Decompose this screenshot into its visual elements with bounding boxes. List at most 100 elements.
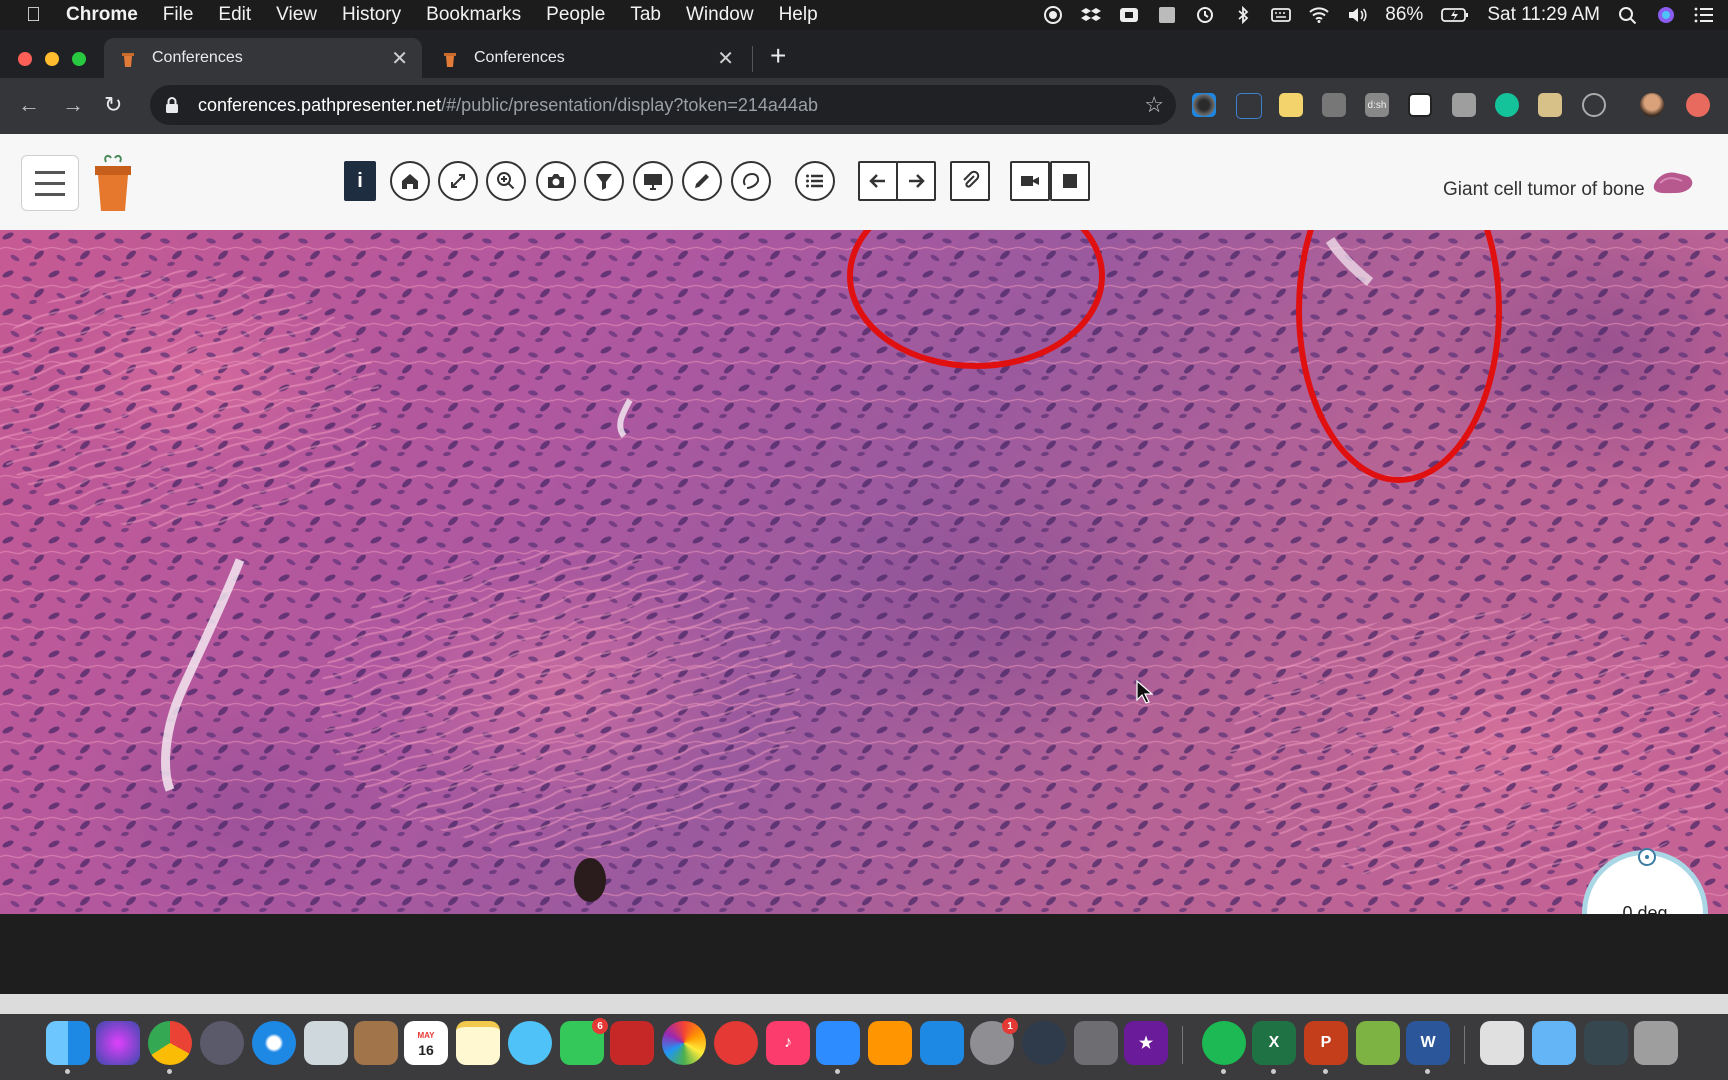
- photo-booth-icon[interactable]: [610, 1021, 654, 1065]
- annotation-ellipse[interactable]: [1296, 230, 1502, 483]
- menu-bookmarks[interactable]: Bookmarks: [426, 4, 521, 26]
- extension-badge-icon[interactable]: [1582, 93, 1606, 117]
- quicktime-icon[interactable]: [1022, 1021, 1066, 1065]
- excel-icon[interactable]: X: [1252, 1021, 1296, 1074]
- rotation-handle[interactable]: [1638, 848, 1656, 866]
- volume-icon[interactable]: [1347, 6, 1367, 24]
- chrome-icon[interactable]: [148, 1021, 192, 1074]
- hamburger-menu-button[interactable]: [21, 155, 79, 211]
- dropbox-icon[interactable]: [1081, 6, 1102, 24]
- time-machine-icon[interactable]: [1195, 6, 1215, 24]
- screen-record-icon[interactable]: [1119, 6, 1139, 24]
- tab-close-icon[interactable]: ✕: [391, 46, 408, 71]
- menu-edit[interactable]: Edit: [218, 4, 251, 26]
- menu-window[interactable]: Window: [686, 4, 754, 26]
- extension-gray-icon[interactable]: [1322, 93, 1346, 117]
- notification-center-icon[interactable]: [1694, 6, 1714, 24]
- launchpad-icon[interactable]: [200, 1021, 244, 1065]
- filter-button[interactable]: [584, 161, 624, 201]
- music-icon[interactable]: ♪: [766, 1021, 810, 1065]
- back-button[interactable]: ←: [18, 92, 40, 118]
- video-button[interactable]: [1010, 161, 1050, 201]
- info-button[interactable]: i: [344, 161, 376, 201]
- next-slide-button[interactable]: [896, 161, 936, 201]
- fullscreen-button[interactable]: [438, 161, 478, 201]
- window-close-button[interactable]: [18, 52, 32, 66]
- attachment-button[interactable]: [950, 161, 990, 201]
- bookmark-star-icon[interactable]: ☆: [1144, 92, 1164, 118]
- siri-dock-icon[interactable]: [96, 1021, 140, 1065]
- grammarly-icon[interactable]: [1495, 93, 1519, 117]
- extension-search-icon[interactable]: [1408, 93, 1432, 117]
- menu-help[interactable]: Help: [779, 4, 818, 26]
- messages-icon[interactable]: [508, 1021, 552, 1065]
- square-button[interactable]: [1050, 161, 1090, 201]
- word-icon[interactable]: W: [1406, 1021, 1450, 1074]
- freehand-lasso-button[interactable]: [731, 161, 771, 201]
- annotation-ellipse[interactable]: [847, 230, 1105, 369]
- extension-k-icon[interactable]: [1452, 93, 1476, 117]
- slide-viewer[interactable]: 0 deg: [0, 230, 1728, 914]
- menu-people[interactable]: People: [546, 4, 605, 26]
- extension-notes-icon[interactable]: [1279, 93, 1303, 117]
- slide-thumbnail[interactable]: [1650, 167, 1694, 197]
- lock-icon[interactable]: [164, 96, 180, 114]
- powerpoint-icon[interactable]: P: [1304, 1021, 1348, 1074]
- apple-menu-icon[interactable]: : [26, 4, 50, 27]
- slide-list-button[interactable]: [795, 161, 835, 201]
- wifi-icon[interactable]: [1309, 6, 1329, 24]
- window-minimize-button[interactable]: [45, 52, 59, 66]
- battery-charging-icon[interactable]: [1441, 6, 1469, 24]
- annotate-button[interactable]: [682, 161, 722, 201]
- contacts-icon[interactable]: [354, 1021, 398, 1065]
- menu-history[interactable]: History: [342, 4, 401, 26]
- finder-icon[interactable]: [46, 1021, 90, 1074]
- menu-file[interactable]: File: [163, 4, 194, 26]
- photos-icon[interactable]: [662, 1021, 706, 1065]
- profile-avatar[interactable]: [1640, 93, 1664, 117]
- horizontal-scroll-strip[interactable]: [0, 994, 1728, 1014]
- menubar-clock[interactable]: Sat 11:29 AM: [1487, 4, 1600, 26]
- zoom-button[interactable]: [486, 161, 526, 201]
- forward-button[interactable]: →: [62, 92, 84, 118]
- safari-icon[interactable]: [252, 1021, 296, 1065]
- spotify-icon[interactable]: [1202, 1021, 1246, 1074]
- siri-icon[interactable]: [1656, 6, 1676, 24]
- imovie-icon[interactable]: ★: [1124, 1021, 1168, 1065]
- tab-close-icon[interactable]: ✕: [717, 46, 734, 71]
- previous-slide-button[interactable]: [858, 161, 898, 201]
- reload-button[interactable]: ↻: [104, 92, 122, 118]
- trash-icon[interactable]: [1634, 1021, 1678, 1065]
- mail-icon[interactable]: [304, 1021, 348, 1065]
- keyboard-icon[interactable]: [1271, 6, 1292, 24]
- address-bar[interactable]: conferences.pathpresenter.net/#/public/p…: [150, 85, 1176, 125]
- bluetooth-icon[interactable]: [1233, 6, 1253, 24]
- update-button[interactable]: [1686, 93, 1710, 117]
- app-store-icon[interactable]: [920, 1021, 964, 1065]
- tab-conferences-active[interactable]: Conferences ✕: [104, 38, 422, 78]
- screenshot-stack-icon[interactable]: [1584, 1021, 1628, 1065]
- home-button[interactable]: [390, 161, 430, 201]
- news-icon[interactable]: [714, 1021, 758, 1065]
- facetime-icon[interactable]: 6: [560, 1018, 608, 1065]
- window-zoom-button[interactable]: [72, 52, 86, 66]
- menu-chrome[interactable]: Chrome: [66, 4, 138, 26]
- installer-icon[interactable]: [1356, 1021, 1400, 1065]
- downloads-folder-icon[interactable]: [1532, 1021, 1576, 1065]
- documents-stack-icon[interactable]: [1480, 1021, 1524, 1065]
- tab-conferences[interactable]: Conferences ✕: [426, 38, 748, 78]
- utilities-icon[interactable]: [1074, 1021, 1118, 1065]
- record-icon[interactable]: [1043, 6, 1063, 24]
- present-button[interactable]: [633, 161, 673, 201]
- extension-clapper-icon[interactable]: [1538, 93, 1562, 117]
- extension-dsh-icon[interactable]: d:sh: [1365, 93, 1389, 117]
- menu-view[interactable]: View: [276, 4, 317, 26]
- spotlight-icon[interactable]: [1618, 6, 1638, 24]
- system-preferences-icon[interactable]: 1: [970, 1018, 1018, 1065]
- snapshot-button[interactable]: [536, 161, 576, 201]
- extension-pen-icon[interactable]: [1236, 93, 1262, 119]
- document-icon[interactable]: [1157, 6, 1177, 24]
- extension-color-icon[interactable]: [1192, 93, 1216, 117]
- books-icon[interactable]: [868, 1021, 912, 1065]
- menu-tab[interactable]: Tab: [630, 4, 661, 26]
